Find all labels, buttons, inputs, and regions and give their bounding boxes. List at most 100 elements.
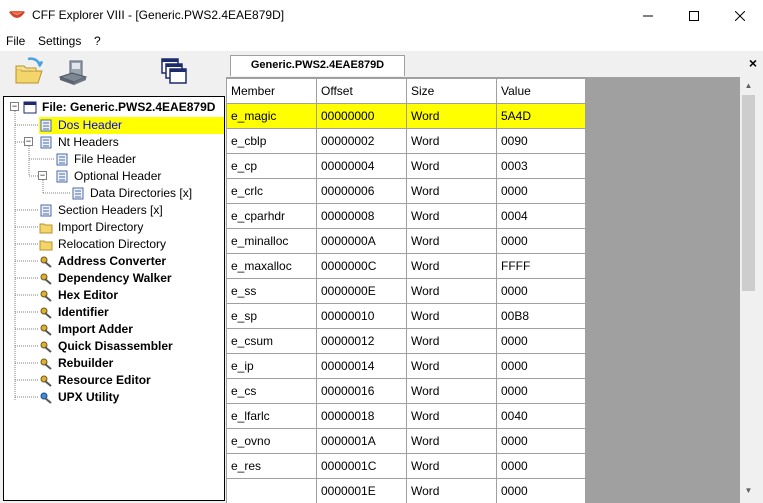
cell-value[interactable]: 0000	[497, 429, 586, 454]
cell-size[interactable]: Word	[407, 279, 497, 304]
cell-offset[interactable]: 00000012	[317, 329, 407, 354]
cell-value[interactable]: 0000	[497, 354, 586, 379]
table-row[interactable]: 0000001E Word 0000	[227, 479, 586, 503]
column-header-value[interactable]: Value	[497, 79, 586, 104]
cell-offset[interactable]: 00000016	[317, 379, 407, 404]
cell-offset[interactable]: 00000014	[317, 354, 407, 379]
cell-value[interactable]: 0000	[497, 454, 586, 479]
cell-value[interactable]: 0040	[497, 404, 586, 429]
cell-member[interactable]: e_minalloc	[227, 229, 317, 254]
cell-value[interactable]: 0004	[497, 204, 586, 229]
tab-generic-pws2[interactable]: Generic.PWS2.4EAE879D	[230, 55, 405, 76]
minimize-button[interactable]	[625, 0, 671, 31]
cell-member[interactable]: e_cblp	[227, 129, 317, 154]
cell-member[interactable]: e_csum	[227, 329, 317, 354]
table-row[interactable]: e_magic 00000000 Word 5A4D	[227, 104, 586, 129]
cell-size[interactable]: Word	[407, 479, 497, 503]
tree-nt-headers-toggle[interactable]: −	[24, 137, 33, 146]
cell-member[interactable]: e_ip	[227, 354, 317, 379]
cell-size[interactable]: Word	[407, 104, 497, 129]
cell-size[interactable]: Word	[407, 229, 497, 254]
cell-member[interactable]	[227, 479, 317, 503]
cell-offset[interactable]: 0000000C	[317, 254, 407, 279]
cell-offset[interactable]: 00000000	[317, 104, 407, 129]
cell-value[interactable]: FFFF	[497, 254, 586, 279]
cell-value[interactable]: 0000	[497, 479, 586, 503]
cell-member[interactable]: e_sp	[227, 304, 317, 329]
close-tab-icon[interactable]: ×	[749, 55, 757, 71]
menu-help[interactable]: ?	[94, 34, 101, 48]
grid-vertical-scrollbar[interactable]: ▲ ▼	[740, 77, 757, 503]
table-row[interactable]: e_cparhdr 00000008 Word 0004	[227, 204, 586, 229]
cell-size[interactable]: Word	[407, 154, 497, 179]
cell-size[interactable]: Word	[407, 129, 497, 154]
cell-member[interactable]: e_magic	[227, 104, 317, 129]
table-row[interactable]: e_ovno 0000001A Word 0000	[227, 429, 586, 454]
cell-member[interactable]: e_cparhdr	[227, 204, 317, 229]
cell-offset[interactable]: 00000004	[317, 154, 407, 179]
tree-root-collapse-toggle[interactable]: −	[10, 102, 19, 111]
column-header-size[interactable]: Size	[407, 79, 497, 104]
table-row[interactable]: e_cblp 00000002 Word 0090	[227, 129, 586, 154]
cell-size[interactable]: Word	[407, 404, 497, 429]
cell-offset[interactable]: 0000000E	[317, 279, 407, 304]
cell-offset[interactable]: 00000008	[317, 204, 407, 229]
cell-offset[interactable]: 00000002	[317, 129, 407, 154]
cell-value[interactable]: 0000	[497, 229, 586, 254]
scroll-up-arrow-icon[interactable]: ▲	[740, 77, 757, 94]
cell-value[interactable]: 0000	[497, 279, 586, 304]
open-file-button[interactable]	[12, 55, 46, 89]
menu-file[interactable]: File	[6, 34, 25, 48]
cell-offset[interactable]: 00000018	[317, 404, 407, 429]
cell-member[interactable]: e_res	[227, 454, 317, 479]
cell-offset[interactable]: 00000006	[317, 179, 407, 204]
cell-size[interactable]: Word	[407, 379, 497, 404]
table-row[interactable]: e_minalloc 0000000A Word 0000	[227, 229, 586, 254]
close-window-button[interactable]	[717, 0, 763, 31]
dos-header-grid[interactable]: Member Offset Size Value e_magic 0000000…	[227, 79, 586, 503]
cell-member[interactable]: e_ss	[227, 279, 317, 304]
table-row[interactable]: e_crlc 00000006 Word 0000	[227, 179, 586, 204]
cell-size[interactable]: Word	[407, 454, 497, 479]
tree-optional-header-toggle[interactable]: −	[38, 171, 47, 180]
cell-member[interactable]: e_cs	[227, 379, 317, 404]
windows-button[interactable]	[158, 55, 192, 89]
scroll-thumb[interactable]	[742, 95, 755, 291]
cell-size[interactable]: Word	[407, 304, 497, 329]
table-row[interactable]: e_cs 00000016 Word 0000	[227, 379, 586, 404]
cell-member[interactable]: e_cp	[227, 154, 317, 179]
cell-member[interactable]: e_lfarlc	[227, 404, 317, 429]
cell-offset[interactable]: 00000010	[317, 304, 407, 329]
cell-value[interactable]: 0000	[497, 379, 586, 404]
cell-value[interactable]: 5A4D	[497, 104, 586, 129]
table-row[interactable]: e_ss 0000000E Word 0000	[227, 279, 586, 304]
table-row[interactable]: e_res 0000001C Word 0000	[227, 454, 586, 479]
cell-size[interactable]: Word	[407, 204, 497, 229]
save-button[interactable]	[56, 55, 90, 89]
cell-size[interactable]: Word	[407, 179, 497, 204]
cell-size[interactable]: Word	[407, 254, 497, 279]
table-row[interactable]: e_lfarlc 00000018 Word 0040	[227, 404, 586, 429]
cell-offset[interactable]: 0000000A	[317, 229, 407, 254]
column-header-member[interactable]: Member	[227, 79, 317, 104]
table-row[interactable]: e_ip 00000014 Word 0000	[227, 354, 586, 379]
cell-member[interactable]: e_ovno	[227, 429, 317, 454]
maximize-button[interactable]	[671, 0, 717, 31]
cell-value[interactable]: 00B8	[497, 304, 586, 329]
table-row[interactable]: e_csum 00000012 Word 0000	[227, 329, 586, 354]
structure-tree[interactable]: − File: Generic.PWS2.4EAE879D Dos Header…	[3, 96, 225, 501]
cell-size[interactable]: Word	[407, 354, 497, 379]
scroll-down-arrow-icon[interactable]: ▼	[740, 482, 757, 499]
cell-member[interactable]: e_maxalloc	[227, 254, 317, 279]
cell-value[interactable]: 0000	[497, 179, 586, 204]
cell-value[interactable]: 0090	[497, 129, 586, 154]
column-header-offset[interactable]: Offset	[317, 79, 407, 104]
cell-member[interactable]: e_crlc	[227, 179, 317, 204]
cell-size[interactable]: Word	[407, 329, 497, 354]
cell-offset[interactable]: 0000001E	[317, 479, 407, 503]
cell-size[interactable]: Word	[407, 429, 497, 454]
menu-settings[interactable]: Settings	[38, 34, 81, 48]
cell-offset[interactable]: 0000001C	[317, 454, 407, 479]
table-row[interactable]: e_cp 00000004 Word 0003	[227, 154, 586, 179]
table-row[interactable]: e_maxalloc 0000000C Word FFFF	[227, 254, 586, 279]
